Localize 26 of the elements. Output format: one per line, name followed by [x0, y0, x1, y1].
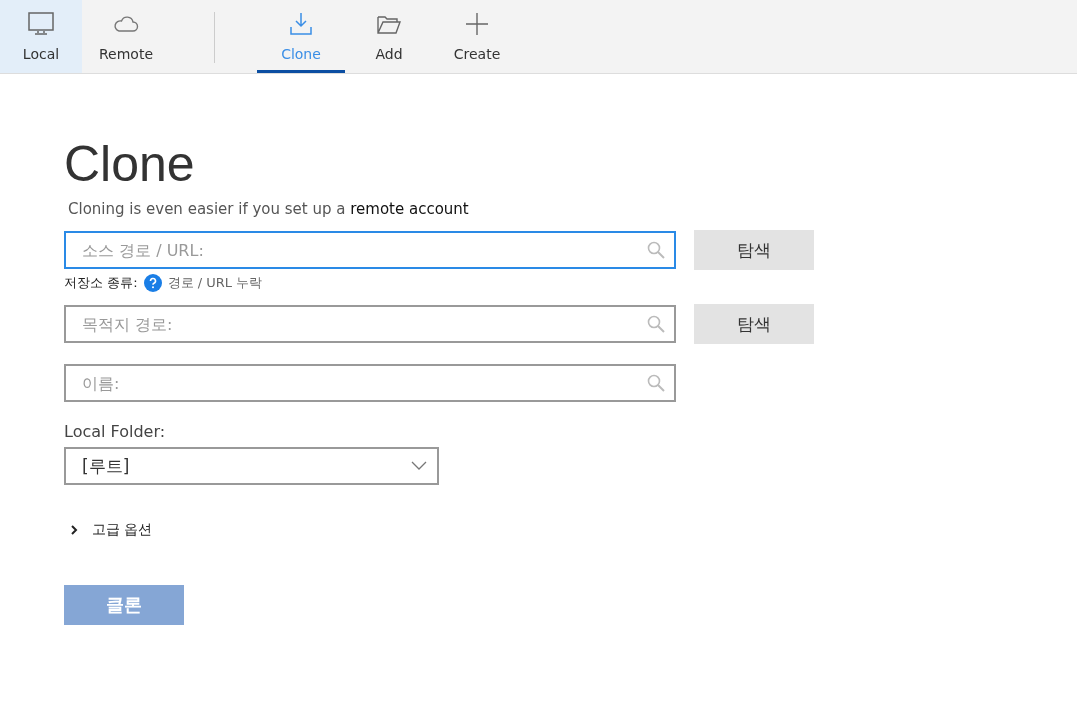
page-title: Clone: [64, 135, 196, 194]
monitor-icon: [27, 10, 55, 38]
help-icon[interactable]: [143, 274, 162, 292]
plus-icon: [463, 10, 491, 38]
chevron-down-icon: [411, 461, 427, 471]
folder-dropdown[interactable]: [루트]: [64, 447, 439, 485]
browse-button[interactable]: 탐색: [694, 304, 814, 344]
location-tab[interactable]: Local: [0, 0, 82, 73]
input-field[interactable]: 목적지 경로:: [64, 305, 676, 343]
browse-button[interactable]: 탐색: [694, 230, 814, 270]
action-tab[interactable]: Add: [345, 0, 433, 73]
folder-label: Local Folder:: [64, 422, 167, 441]
input-field[interactable]: 이름:: [64, 364, 676, 402]
location-tab[interactable]: Remote: [82, 0, 170, 73]
input-field[interactable]: 소스 경로 / URL:: [64, 231, 676, 269]
search-icon: [646, 314, 666, 334]
remote-account-link[interactable]: remote account: [350, 200, 469, 218]
action-tab[interactable]: Create: [433, 0, 521, 73]
search-icon: [646, 373, 666, 393]
repo-type-label: 저장소 종류:: [64, 274, 138, 292]
chevron-right-icon: [70, 524, 80, 536]
repo-type-value: 경로 / URL 누락: [167, 274, 263, 292]
download-icon: [287, 10, 315, 38]
advanced-options-toggle[interactable]: 고급 옵션: [70, 521, 153, 539]
search-icon: [646, 240, 666, 260]
subtitle-text: Cloning is even easier if you set up a remote account: [68, 200, 470, 218]
